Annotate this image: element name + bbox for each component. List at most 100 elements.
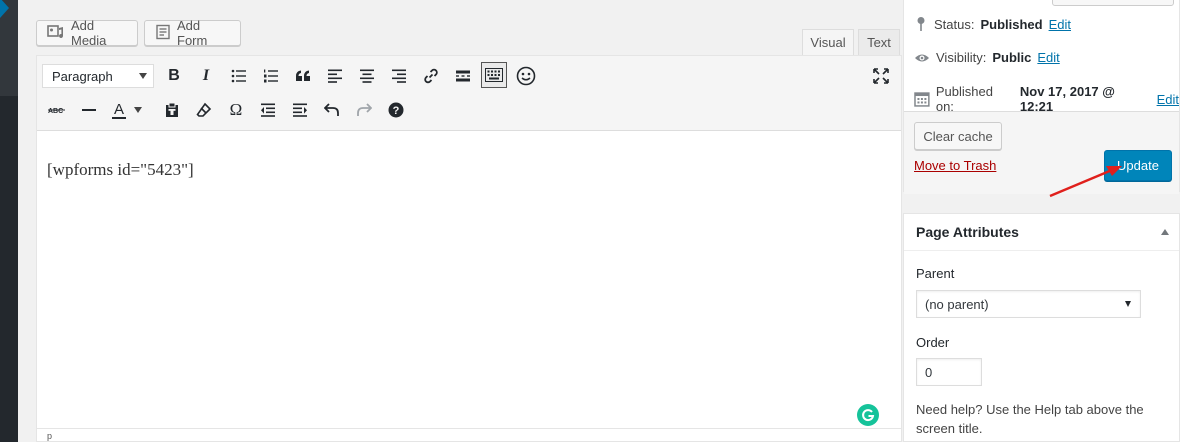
indent-icon [293, 103, 307, 117]
clear-formatting-button[interactable] [192, 98, 216, 122]
bulleted-list-button[interactable] [227, 64, 251, 88]
align-left-button[interactable] [323, 64, 347, 88]
outdent-icon [261, 103, 275, 117]
special-character-button[interactable]: Ω [224, 98, 248, 122]
page-attributes-panel: Page Attributes Parent (no parent) Order… [903, 213, 1180, 442]
numbered-list-button[interactable] [259, 64, 283, 88]
admin-menu-sidebar [0, 0, 18, 442]
add-form-label: Add Form [177, 18, 208, 48]
align-center-button[interactable] [355, 64, 379, 88]
align-center-icon [360, 69, 374, 83]
redo-button [352, 98, 376, 122]
chevron-down-icon [139, 73, 147, 79]
redo-icon [357, 103, 372, 116]
edit-date-link[interactable]: Edit [1157, 92, 1179, 107]
strikethrough-button[interactable]: ABC [45, 98, 69, 122]
pin-icon [917, 17, 925, 31]
italic-button[interactable]: I [194, 64, 218, 88]
calendar-icon [914, 92, 930, 107]
svg-text:ABC: ABC [48, 108, 63, 115]
italic-label: I [202, 67, 210, 84]
order-label: Order [916, 335, 950, 350]
bold-label: B [168, 67, 180, 84]
chevron-down-icon [134, 107, 142, 113]
visibility-value: Public [992, 50, 1032, 65]
published-on-row: Published on: Nov 17, 2017 @ 12:21 Edit [914, 84, 1179, 114]
element-path[interactable]: p [47, 431, 52, 441]
grammarly-icon[interactable] [857, 404, 879, 426]
undo-button[interactable] [320, 98, 344, 122]
svg-text:?: ? [393, 105, 400, 117]
link-icon [424, 68, 438, 84]
quote-icon [296, 70, 310, 81]
published-label: Published on: [935, 84, 993, 114]
tab-text[interactable]: Text [858, 29, 900, 55]
visibility-label: Visibility: [936, 50, 987, 65]
parent-select-value: (no parent) [925, 296, 989, 312]
align-left-icon [328, 69, 342, 83]
published-value: Nov 17, 2017 @ 12:21 [1019, 84, 1115, 114]
bold-button[interactable]: B [162, 64, 186, 88]
page-attributes-title: Page Attributes [916, 224, 1019, 240]
preview-changes-button[interactable] [1052, 0, 1174, 6]
add-media-label: Add Media [71, 18, 107, 48]
tab-visual[interactable]: Visual [802, 29, 854, 55]
add-media-button[interactable]: Add Media [36, 18, 138, 48]
media-icon [47, 24, 65, 43]
edit-visibility-link[interactable]: Edit [1037, 50, 1059, 65]
fullscreen-button[interactable] [869, 64, 893, 88]
smiley-icon [516, 66, 536, 86]
keyboard-shortcuts-button[interactable]: ? [384, 98, 408, 122]
format-select-value: Paragraph [52, 68, 113, 84]
toolbar-toggle-button[interactable] [481, 62, 507, 88]
text-color-label: A [111, 100, 126, 119]
add-form-button[interactable]: Add Form [144, 18, 241, 48]
format-select[interactable]: Paragraph [42, 64, 154, 88]
text-color-button[interactable]: A [107, 98, 147, 122]
edit-status-link[interactable]: Edit [1049, 17, 1071, 32]
status-row: Status: Published Edit [914, 16, 1071, 32]
visibility-row: Visibility: Public Edit [914, 50, 1060, 65]
horizontal-line-button[interactable] [77, 98, 101, 122]
horizontal-line-icon [82, 109, 96, 111]
annotation-arrow-icon [1049, 166, 1122, 198]
content-editor: Paragraph B I ABC A Ω ? [wpforms id="542… [36, 55, 902, 442]
bulleted-list-icon [231, 69, 246, 83]
paste-as-text-button[interactable] [160, 98, 184, 122]
eraser-icon [196, 102, 212, 117]
keyboard-icon [485, 68, 503, 82]
admin-menu-current-indicator [0, 0, 9, 18]
parent-select[interactable]: (no parent) [916, 290, 1141, 318]
eye-icon [915, 54, 929, 61]
align-right-icon [392, 69, 406, 83]
status-label: Status: [934, 16, 975, 32]
form-icon [155, 24, 171, 43]
strikethrough-icon: ABC [48, 108, 65, 115]
help-icon: ? [388, 102, 404, 118]
numbered-list-icon [264, 69, 278, 83]
move-to-trash-link[interactable]: Move to Trash [914, 158, 996, 173]
editor-content[interactable]: [wpforms id="5423"] [47, 160, 194, 180]
chevron-up-icon[interactable] [1161, 229, 1169, 235]
fullscreen-icon [873, 68, 889, 84]
undo-icon [324, 103, 339, 116]
blockquote-button[interactable] [291, 64, 315, 88]
editor-toolbar: Paragraph B I ABC A Ω ? [37, 56, 901, 131]
emoji-button[interactable] [514, 64, 538, 88]
read-more-button[interactable] [451, 64, 475, 88]
page-attributes-header[interactable]: Page Attributes [904, 214, 1179, 251]
parent-label: Parent [916, 266, 955, 281]
editor-status-bar: p [37, 428, 901, 441]
insert-link-button[interactable] [419, 64, 443, 88]
order-input[interactable]: 0 [916, 358, 982, 386]
help-text: Need help? Use the Help tab above the sc… [916, 402, 1144, 436]
read-more-icon [456, 70, 470, 82]
clipboard-icon [166, 102, 178, 117]
outdent-button[interactable] [256, 98, 280, 122]
clear-cache-button[interactable]: Clear cache [914, 122, 1002, 150]
status-value: Published [980, 16, 1043, 32]
chevron-down-icon [1125, 301, 1131, 307]
indent-button[interactable] [288, 98, 312, 122]
omega-icon: Ω [229, 100, 243, 119]
align-right-button[interactable] [387, 64, 411, 88]
